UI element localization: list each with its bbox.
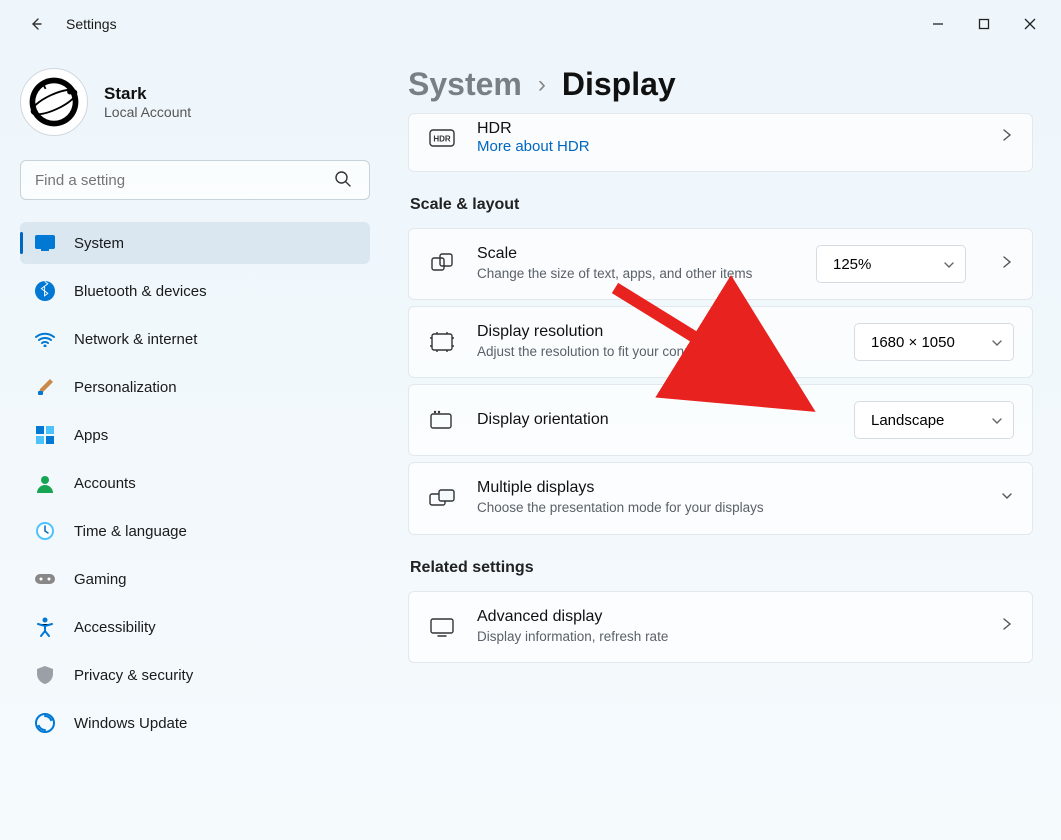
system-icon: [34, 232, 56, 254]
titlebar: Settings: [0, 0, 1061, 48]
hdr-icon: HDR: [427, 129, 457, 147]
multiple-displays-icon: [427, 489, 457, 509]
chevron-down-icon: [991, 414, 1003, 431]
hdr-card[interactable]: HDR HDR More about HDR: [408, 113, 1033, 172]
search-input[interactable]: [20, 160, 370, 200]
minimize-button[interactable]: [915, 8, 961, 40]
resolution-dropdown[interactable]: 1680 × 1050: [854, 323, 1014, 361]
sidebar-item-label: Time & language: [74, 523, 187, 540]
user-name: Stark: [104, 84, 191, 104]
advanced-display-card[interactable]: Advanced display Display information, re…: [408, 591, 1033, 663]
bluetooth-icon: [34, 280, 56, 302]
chevron-right-icon: [1000, 617, 1014, 636]
main: System › Display HDR HDR More about HDR: [380, 48, 1061, 840]
shield-icon: [34, 664, 56, 686]
scale-value: 125%: [833, 256, 871, 273]
apps-icon: [34, 424, 56, 446]
resolution-card[interactable]: Display resolution Adjust the resolution…: [408, 306, 1033, 378]
multiple-subtitle: Choose the presentation mode for your di…: [477, 499, 980, 517]
sidebar-item-update[interactable]: Windows Update: [20, 702, 370, 744]
sidebar-item-privacy[interactable]: Privacy & security: [20, 654, 370, 696]
chevron-down-icon: [1000, 489, 1014, 508]
resolution-icon: [427, 331, 457, 353]
chevron-right-icon: [1000, 255, 1014, 274]
accessibility-icon: [34, 616, 56, 638]
resolution-subtitle: Adjust the resolution to fit your connec…: [477, 343, 834, 361]
chevron-down-icon: [943, 258, 955, 275]
sidebar-item-personalization[interactable]: Personalization: [20, 366, 370, 408]
breadcrumb-current: Display: [562, 66, 676, 103]
orientation-title: Display orientation: [477, 411, 834, 429]
wifi-icon: [34, 328, 56, 350]
back-button[interactable]: [20, 8, 52, 40]
sidebar-item-label: Bluetooth & devices: [74, 283, 207, 300]
gamepad-icon: [34, 568, 56, 590]
user-subtitle: Local Account: [104, 104, 191, 120]
person-icon: [34, 472, 56, 494]
sidebar-item-time[interactable]: Time & language: [20, 510, 370, 552]
svg-text:HDR: HDR: [433, 134, 451, 143]
scale-icon: [427, 252, 457, 276]
section-scale-layout: Scale & layout: [410, 196, 1033, 214]
close-icon: [1024, 18, 1036, 30]
orientation-icon: [427, 410, 457, 430]
profile[interactable]: Stark Local Account: [20, 68, 370, 136]
scale-title: Scale: [477, 245, 796, 263]
maximize-icon: [978, 18, 990, 30]
search-icon[interactable]: [334, 170, 352, 193]
window-title: Settings: [66, 16, 117, 32]
sidebar-item-label: Gaming: [74, 571, 127, 588]
chevron-down-icon: [991, 336, 1003, 353]
sidebar-item-label: Accessibility: [74, 619, 156, 636]
minimize-icon: [932, 18, 944, 30]
avatar: [20, 68, 88, 136]
nav: System Bluetooth & devices Network & int…: [20, 222, 370, 744]
breadcrumb-parent[interactable]: System: [408, 66, 522, 103]
multiple-title: Multiple displays: [477, 479, 980, 497]
maximize-button[interactable]: [961, 8, 1007, 40]
arrow-left-icon: [28, 16, 44, 32]
orientation-dropdown[interactable]: Landscape: [854, 401, 1014, 439]
sidebar-item-accounts[interactable]: Accounts: [20, 462, 370, 504]
hdr-link[interactable]: More about HDR: [477, 138, 980, 155]
section-related: Related settings: [410, 559, 1033, 577]
clock-icon: [34, 520, 56, 542]
sidebar-item-label: Windows Update: [74, 715, 187, 732]
search-container: [20, 160, 370, 200]
chevron-right-icon: [1000, 128, 1014, 147]
sidebar-item-gaming[interactable]: Gaming: [20, 558, 370, 600]
brush-icon: [34, 376, 56, 398]
breadcrumb: System › Display: [408, 66, 1033, 103]
sidebar-item-label: Personalization: [74, 379, 177, 396]
sidebar-item-label: Network & internet: [74, 331, 197, 348]
sidebar-item-bluetooth[interactable]: Bluetooth & devices: [20, 270, 370, 312]
monitor-icon: [427, 617, 457, 637]
sidebar-item-accessibility[interactable]: Accessibility: [20, 606, 370, 648]
scale-subtitle: Change the size of text, apps, and other…: [477, 265, 796, 283]
chevron-right-icon: ›: [538, 71, 546, 99]
sidebar-item-apps[interactable]: Apps: [20, 414, 370, 456]
update-icon: [34, 712, 56, 734]
resolution-value: 1680 × 1050: [871, 334, 955, 351]
sidebar-item-label: Apps: [74, 427, 108, 444]
advanced-title: Advanced display: [477, 608, 980, 626]
orientation-card[interactable]: Display orientation Landscape: [408, 384, 1033, 456]
sidebar: Stark Local Account System Bluetooth & d…: [0, 48, 380, 840]
hdr-title: HDR: [477, 120, 980, 138]
multiple-displays-card[interactable]: Multiple displays Choose the presentatio…: [408, 462, 1033, 534]
sidebar-item-network[interactable]: Network & internet: [20, 318, 370, 360]
sidebar-item-label: Privacy & security: [74, 667, 193, 684]
resolution-title: Display resolution: [477, 323, 834, 341]
scale-dropdown[interactable]: 125%: [816, 245, 966, 283]
sidebar-item-label: Accounts: [74, 475, 136, 492]
sidebar-item-label: System: [74, 235, 124, 252]
close-button[interactable]: [1007, 8, 1053, 40]
scale-card[interactable]: Scale Change the size of text, apps, and…: [408, 228, 1033, 300]
sidebar-item-system[interactable]: System: [20, 222, 370, 264]
orientation-value: Landscape: [871, 412, 944, 429]
advanced-subtitle: Display information, refresh rate: [477, 628, 980, 646]
